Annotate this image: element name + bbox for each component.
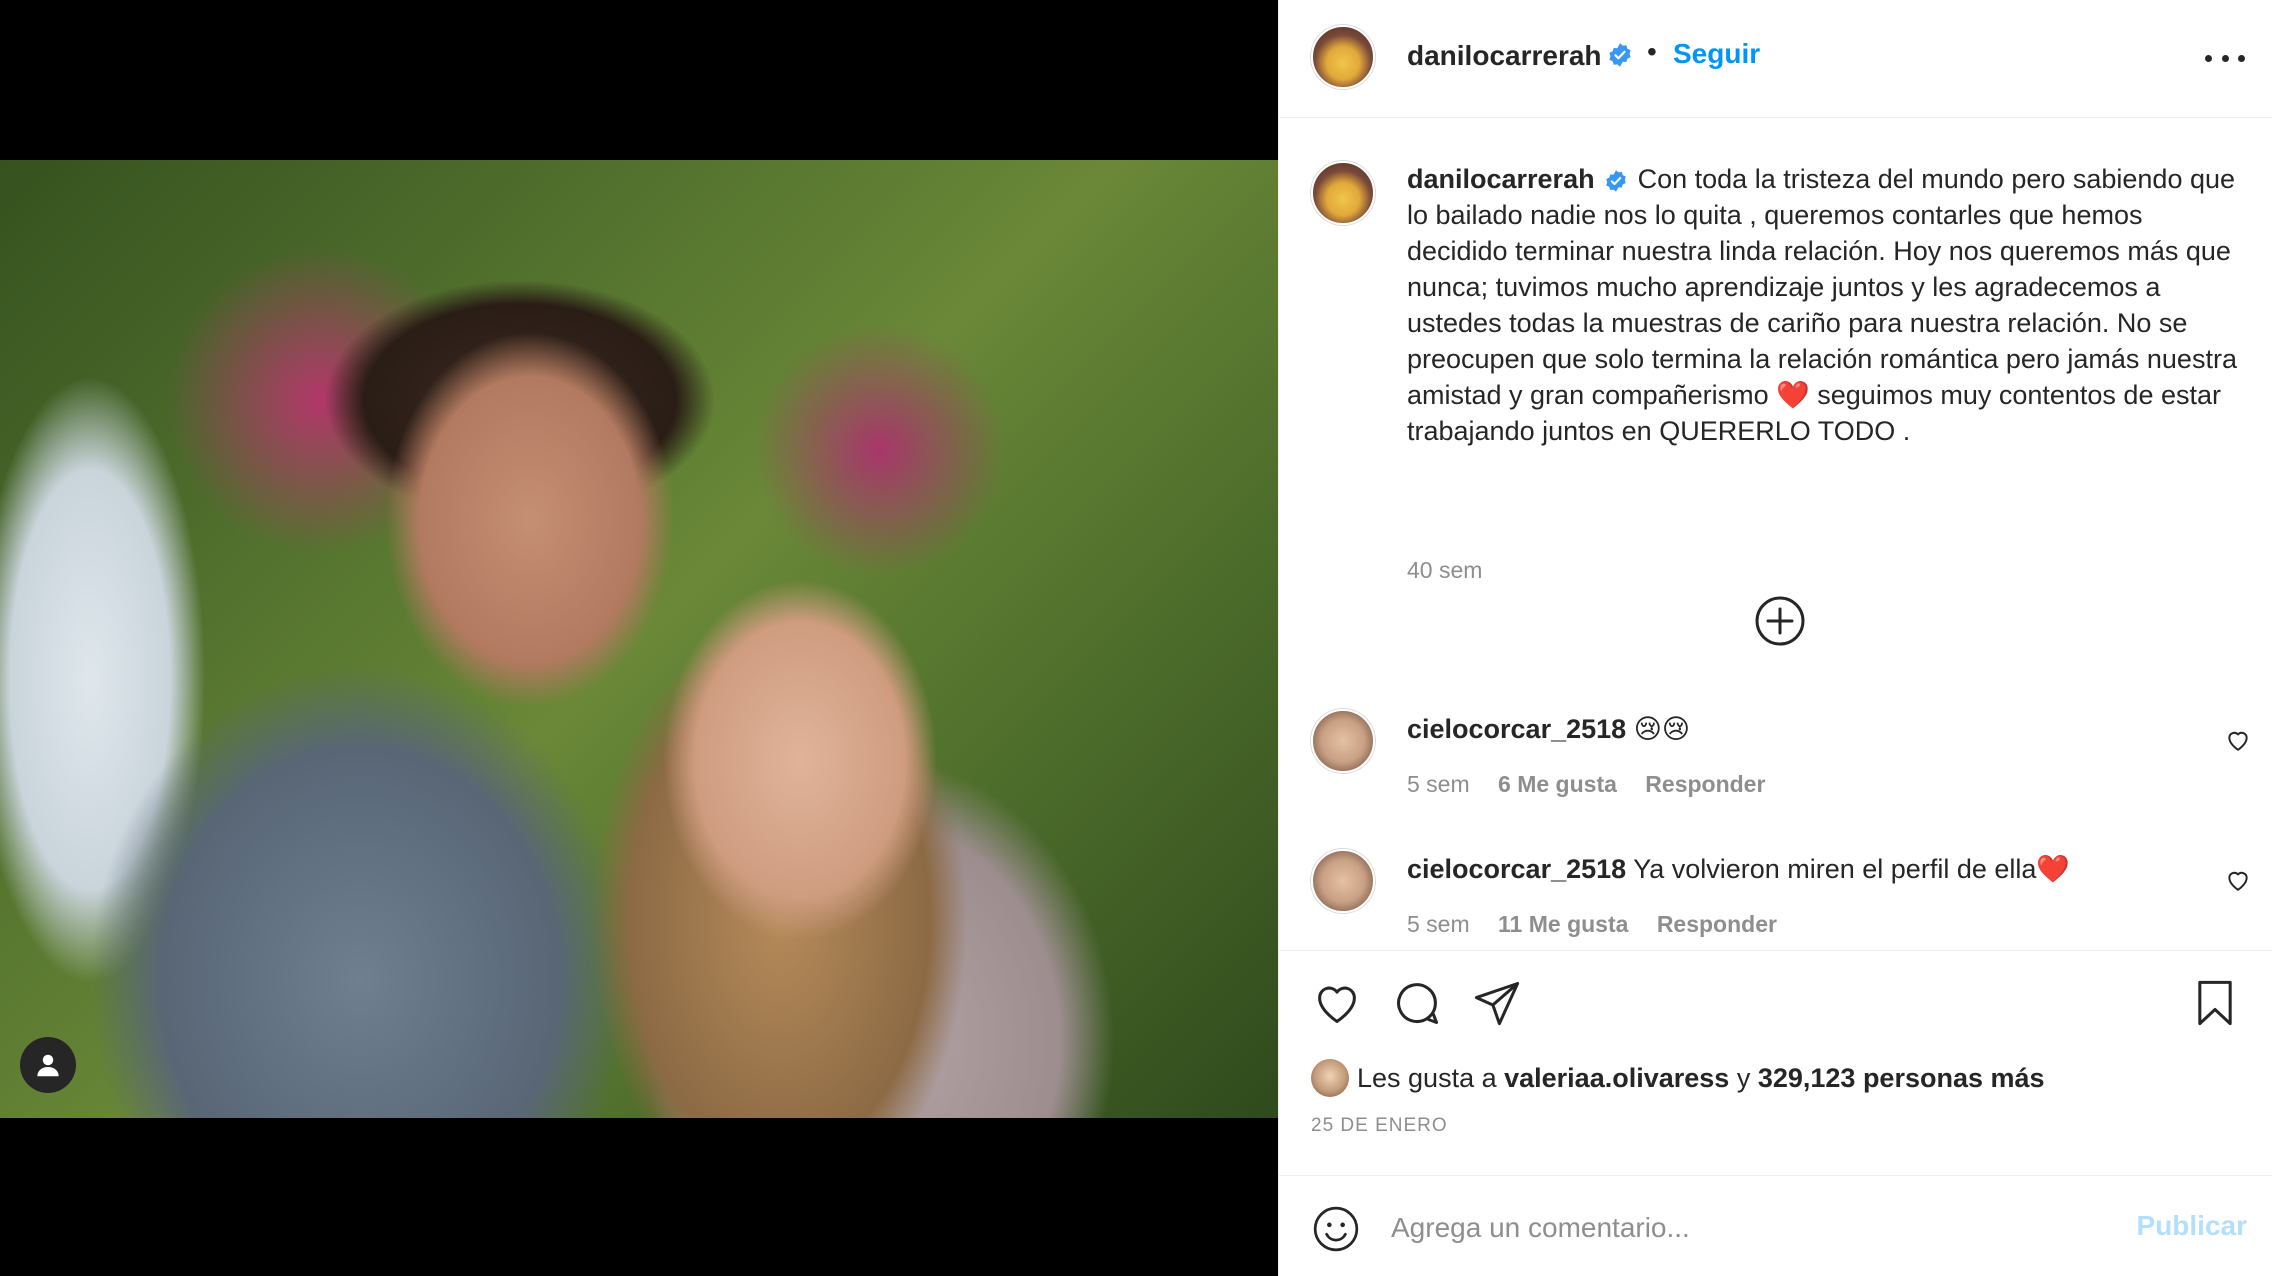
commenter-avatar[interactable] (1311, 849, 1375, 913)
liker-avatar[interactable] (1311, 1059, 1349, 1097)
reply-button[interactable]: Responder (1645, 771, 1765, 797)
share-icon[interactable] (1471, 977, 1523, 1029)
follow-button[interactable]: Seguir (1673, 38, 1760, 70)
header-separator: • (1647, 36, 1657, 67)
comment-heart-icon[interactable] (2225, 727, 2251, 753)
comment-icon[interactable] (1391, 977, 1443, 1029)
comment-meta: 5 sem 6 Me gusta Responder (1407, 771, 1787, 798)
publish-button[interactable]: Publicar (2137, 1210, 2247, 1242)
commenter-username[interactable]: cielocorcar_2518 (1407, 854, 1626, 884)
add-comment-bar: Publicar (1279, 1175, 2272, 1276)
author-username[interactable]: danilocarrerah (1407, 40, 1602, 72)
load-more-plus-icon[interactable] (1754, 595, 1806, 647)
comment-input[interactable] (1391, 1206, 2091, 1250)
likes-conjunction: y (1736, 1062, 1751, 1093)
comment-likes[interactable]: 11 Me gusta (1498, 911, 1628, 937)
verified-badge-icon (1607, 42, 1633, 68)
likes-count[interactable]: 329,123 personas más (1758, 1063, 2045, 1094)
bookmark-icon[interactable] (2189, 977, 2241, 1029)
instagram-post-view: danilocarrerah • Seguir danilocarrerah C… (0, 0, 2272, 1276)
post-media-pane (0, 0, 1278, 1276)
heart-icon[interactable] (1311, 977, 1363, 1029)
comment-text: cielocorcar_2518 Ya volvieron miren el p… (1407, 851, 2070, 887)
likes-prefix: Les gusta a (1357, 1062, 1497, 1093)
comment-time[interactable]: 5 sem (1407, 771, 1470, 797)
likes-summary[interactable]: Les gusta a valeriaa.olivaress y 329,123… (1311, 1059, 2045, 1097)
comment-body: 😢😢 (1633, 714, 1690, 744)
comment-body: Ya volvieron miren el perfil de ella❤️ (1633, 854, 2070, 884)
reply-button[interactable]: Responder (1657, 911, 1777, 937)
more-options-icon[interactable] (2205, 40, 2245, 76)
emoji-icon[interactable] (1311, 1204, 1361, 1254)
post-header: danilocarrerah • Seguir (1279, 0, 2272, 118)
caption-verified-badge-icon (1606, 170, 1626, 192)
caption-author-avatar[interactable] (1311, 161, 1375, 225)
user-tag-icon[interactable] (20, 1037, 76, 1093)
comment-heart-icon[interactable] (2225, 867, 2251, 893)
caption-username[interactable]: danilocarrerah (1407, 164, 1595, 194)
caption-body: Con toda la tristeza del mundo pero sabi… (1407, 164, 2237, 446)
caption-timestamp[interactable]: 40 sem (1407, 557, 1482, 584)
comment-time[interactable]: 5 sem (1407, 911, 1470, 937)
comments-section[interactable]: danilocarrerah Con toda la tristeza del … (1279, 119, 2272, 951)
liker-username[interactable]: valeriaa.olivaress (1504, 1063, 1729, 1094)
comment-likes[interactable]: 6 Me gusta (1498, 771, 1617, 797)
commenter-avatar[interactable] (1311, 709, 1375, 773)
comment-item: cielocorcar_2518 😢😢 5 sem 6 Me gusta Res… (1311, 709, 2251, 819)
comment-item: cielocorcar_2518 Ya volvieron miren el p… (1311, 849, 2251, 951)
post-date[interactable]: 25 DE ENERO (1311, 1115, 1448, 1137)
post-photo[interactable] (0, 160, 1278, 1118)
post-details-panel: danilocarrerah • Seguir danilocarrerah C… (1278, 0, 2272, 1276)
commenter-username[interactable]: cielocorcar_2518 (1407, 714, 1626, 744)
caption-text: danilocarrerah Con toda la tristeza del … (1407, 161, 2243, 449)
comment-meta: 5 sem 11 Me gusta Responder (1407, 911, 1799, 938)
post-actions: Les gusta a valeriaa.olivaress y 329,123… (1279, 950, 2272, 1175)
author-avatar[interactable] (1311, 25, 1375, 89)
comment-text: cielocorcar_2518 😢😢 (1407, 711, 1690, 747)
